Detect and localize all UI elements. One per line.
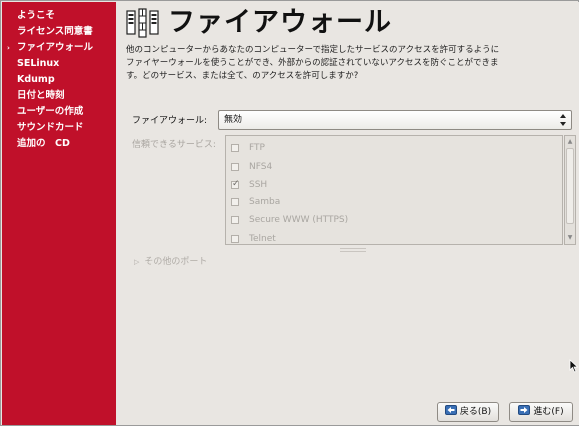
checkmark-icon: ✓	[232, 179, 240, 189]
back-arrow-icon	[444, 405, 457, 415]
expander-triangle-icon: ▷	[134, 258, 140, 266]
sidebar-item-label: ユーザーの作成	[17, 106, 84, 117]
sidebar-item-datetime: 日付と時刻	[2, 88, 116, 104]
firewall-icon	[126, 8, 159, 38]
service-telnet[interactable]: Telnet	[231, 231, 551, 247]
service-https[interactable]: Secure WWW (HTTPS)	[231, 212, 551, 228]
next-button-label: 進む(F)	[533, 407, 564, 417]
services-scrollbar[interactable]: ▲ ▼	[564, 135, 576, 245]
sidebar: ようこそ ライセンス同意書 › ファイアウォール SELinux Kdump 日付…	[2, 2, 116, 425]
mouse-pointer-icon	[569, 359, 579, 373]
service-name: NFS4	[249, 162, 273, 172]
sidebar-item-kdump: Kdump	[2, 72, 116, 88]
service-checkbox[interactable]	[231, 216, 239, 224]
sidebar-item-label: 日付と時刻	[17, 90, 65, 101]
sidebar-item-label: ようこそ	[17, 10, 56, 21]
sidebar-item-selinux: SELinux	[2, 56, 116, 72]
forward-arrow-icon	[518, 405, 531, 415]
description-text: 他のコンピューターからあなたのコンピューターで指定したサービスのアクセスを許可す…	[126, 45, 500, 81]
scroll-down-icon[interactable]: ▼	[566, 234, 574, 242]
service-checkbox[interactable]	[231, 163, 239, 171]
scrollbar-thumb[interactable]	[566, 148, 574, 224]
service-samba[interactable]: Samba	[231, 194, 551, 210]
next-button[interactable]: 進む(F)	[509, 402, 573, 422]
firewall-select-value: 無効	[224, 115, 243, 125]
firewall-select[interactable]: 無効	[218, 110, 572, 130]
sidebar-item-label: Kdump	[17, 74, 55, 85]
service-name: SSH	[249, 180, 268, 190]
service-checkbox[interactable]	[231, 235, 239, 243]
sidebar-item-label: SELinux	[17, 58, 60, 69]
service-ftp[interactable]: FTP	[231, 140, 551, 156]
sidebar-item-license: ライセンス同意書	[2, 24, 116, 40]
sidebar-item-soundcard: サウンドカード	[2, 120, 116, 136]
service-checkbox-checked[interactable]: ✓	[231, 179, 240, 189]
service-name: Samba	[249, 197, 281, 207]
sidebar-item-firewall: › ファイアウォール	[2, 40, 116, 56]
sidebar-item-label: ファイアウォール	[17, 42, 94, 53]
service-name: Secure WWW (HTTPS)	[249, 215, 349, 225]
current-step-arrow-icon: ›	[7, 44, 10, 52]
up-down-arrows-icon	[560, 114, 566, 126]
service-nfs4[interactable]: NFS4	[231, 159, 551, 175]
back-button[interactable]: 戻る(B)	[437, 402, 499, 422]
sidebar-item-label: サウンドカード	[17, 122, 84, 133]
sidebar-item-welcome: ようこそ	[2, 8, 116, 24]
sidebar-item-additional-cd: 追加の CD	[2, 136, 116, 152]
sidebar-item-label: 追加の CD	[17, 138, 70, 149]
service-checkbox[interactable]	[231, 198, 239, 206]
page-title: ファイアウォール	[168, 7, 392, 38]
service-name: FTP	[249, 143, 265, 153]
service-name: Telnet	[249, 234, 276, 244]
back-button-label: 戻る(B)	[459, 407, 492, 417]
service-checkbox[interactable]	[231, 144, 239, 152]
resize-grip[interactable]	[340, 248, 366, 252]
other-ports-label: その他のポート	[144, 257, 208, 267]
service-ssh[interactable]: ✓ SSH	[231, 177, 551, 193]
installer-window: ようこそ ライセンス同意書 › ファイアウォール SELinux Kdump 日付…	[0, 0, 579, 426]
scroll-up-icon[interactable]: ▲	[566, 138, 574, 146]
firewall-label: ファイアウォール:	[132, 116, 208, 126]
sidebar-item-create-user: ユーザーの作成	[2, 104, 116, 120]
sidebar-steps: ようこそ ライセンス同意書 › ファイアウォール SELinux Kdump 日付…	[2, 2, 116, 152]
main-panel: ファイアウォール 他のコンピューターからあなたのコンピューターで指定したサービス…	[116, 2, 579, 425]
trusted-services-list: FTP NFS4 ✓ SSH Samba Secure WWW (HTTPS) …	[225, 135, 563, 245]
other-ports-expander[interactable]: ▷ その他のポート	[134, 255, 207, 269]
trusted-services-label: 信頼できるサービス:	[132, 140, 216, 150]
sidebar-item-label: ライセンス同意書	[17, 26, 93, 37]
